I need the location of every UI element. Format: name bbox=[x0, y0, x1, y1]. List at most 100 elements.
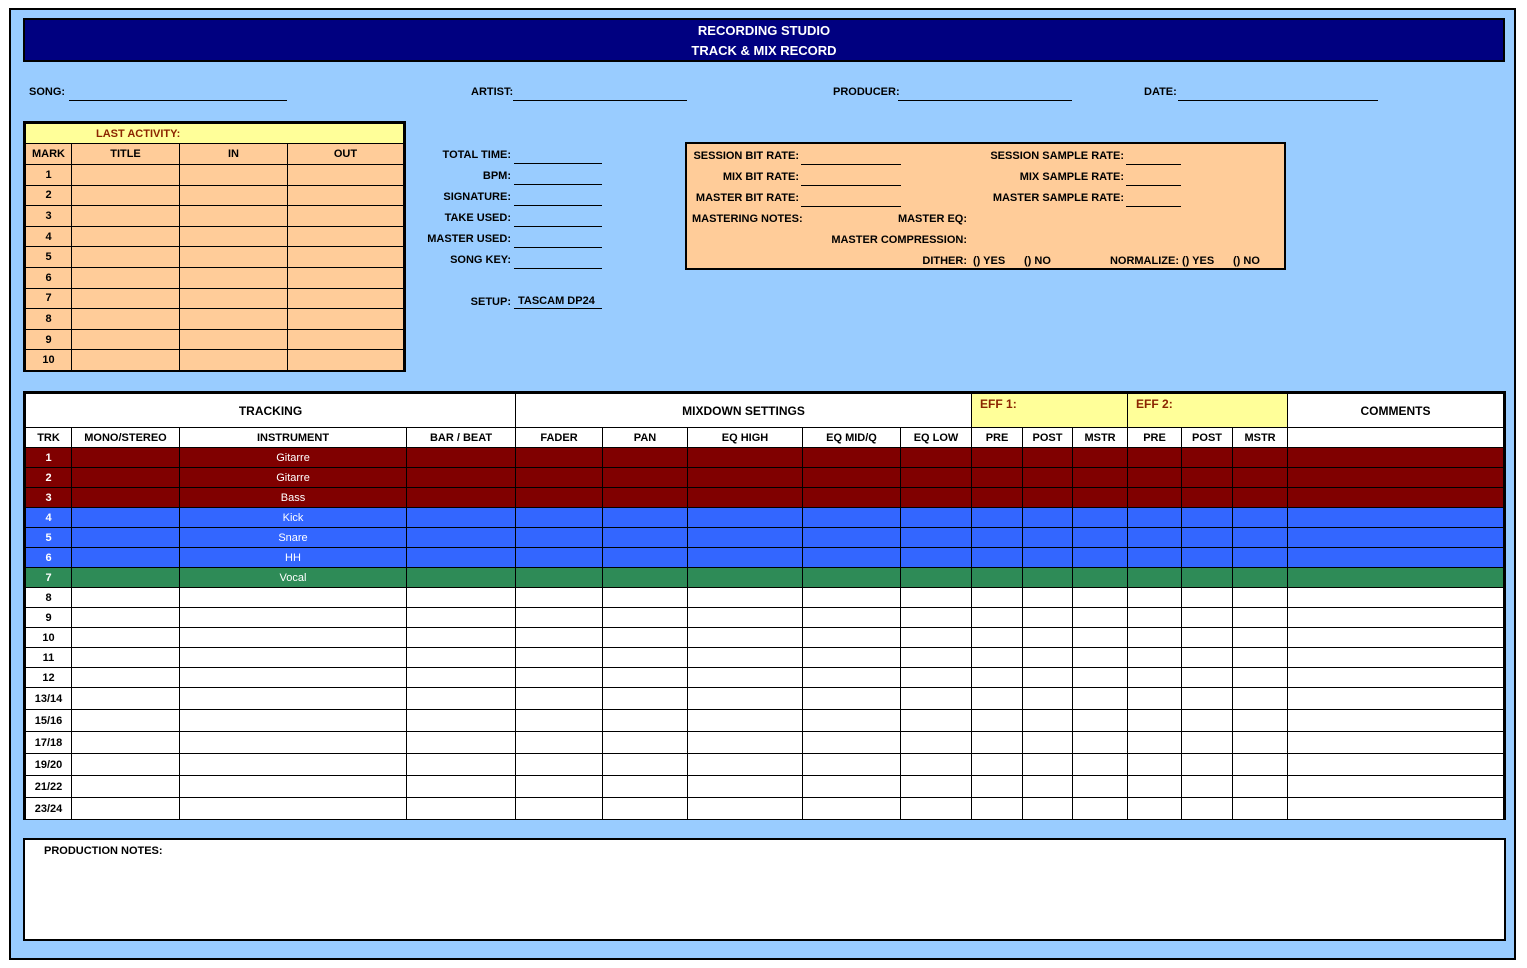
track-cell[interactable] bbox=[971, 731, 1024, 754]
track-cell[interactable] bbox=[1232, 607, 1289, 628]
track-cell[interactable] bbox=[1127, 797, 1183, 820]
mark-out-cell[interactable] bbox=[287, 266, 404, 289]
setup-field[interactable]: TASCAM DP24 bbox=[514, 295, 602, 309]
track-cell[interactable] bbox=[602, 775, 689, 798]
track-instrument[interactable] bbox=[179, 587, 407, 608]
production-notes[interactable]: PRODUCTION NOTES: bbox=[23, 838, 1506, 941]
track-cell[interactable] bbox=[1181, 667, 1234, 688]
track-cell[interactable] bbox=[1287, 527, 1504, 548]
track-cell[interactable] bbox=[1072, 447, 1129, 468]
track-cell[interactable] bbox=[71, 797, 180, 820]
track-cell[interactable] bbox=[802, 567, 902, 588]
track-cell[interactable] bbox=[1232, 647, 1289, 668]
track-cell[interactable] bbox=[1181, 753, 1234, 776]
track-cell[interactable] bbox=[971, 447, 1024, 468]
mark-title-cell[interactable] bbox=[71, 225, 180, 248]
track-cell[interactable] bbox=[1072, 507, 1129, 528]
timing-field[interactable] bbox=[514, 192, 602, 206]
track-cell[interactable] bbox=[971, 527, 1024, 548]
track-cell[interactable] bbox=[515, 709, 604, 732]
track-cell[interactable] bbox=[687, 709, 804, 732]
track-cell[interactable] bbox=[900, 607, 973, 628]
track-cell[interactable] bbox=[405, 775, 517, 798]
track-cell[interactable] bbox=[1181, 467, 1234, 488]
track-cell[interactable] bbox=[1127, 687, 1183, 710]
track-cell[interactable] bbox=[1127, 547, 1183, 568]
track-cell[interactable] bbox=[1022, 547, 1074, 568]
track-cell[interactable] bbox=[1127, 587, 1183, 608]
track-cell[interactable] bbox=[1022, 753, 1074, 776]
mark-in-cell[interactable] bbox=[179, 184, 288, 207]
track-cell[interactable] bbox=[1127, 487, 1183, 508]
track-cell[interactable] bbox=[71, 731, 180, 754]
track-cell[interactable] bbox=[687, 607, 804, 628]
track-cell[interactable] bbox=[1181, 547, 1234, 568]
track-cell[interactable] bbox=[971, 647, 1024, 668]
artist-field[interactable] bbox=[513, 87, 687, 101]
track-cell[interactable] bbox=[71, 467, 180, 488]
track-cell[interactable] bbox=[1127, 467, 1183, 488]
track-instrument[interactable] bbox=[179, 667, 407, 688]
track-cell[interactable] bbox=[405, 447, 517, 468]
track-cell[interactable] bbox=[802, 587, 902, 608]
track-cell[interactable] bbox=[802, 667, 902, 688]
track-cell[interactable] bbox=[1022, 527, 1074, 548]
track-cell[interactable] bbox=[1287, 467, 1504, 488]
track-cell[interactable] bbox=[405, 587, 517, 608]
track-cell[interactable] bbox=[602, 647, 689, 668]
track-cell[interactable] bbox=[1232, 687, 1289, 710]
track-cell[interactable] bbox=[971, 667, 1024, 688]
track-cell[interactable] bbox=[971, 587, 1024, 608]
mark-title-cell[interactable] bbox=[71, 328, 180, 351]
track-cell[interactable] bbox=[1072, 647, 1129, 668]
track-cell[interactable] bbox=[900, 547, 973, 568]
normalize-yes-option[interactable]: () YES bbox=[1182, 255, 1214, 267]
track-cell[interactable] bbox=[71, 567, 180, 588]
track-cell[interactable] bbox=[1232, 731, 1289, 754]
track-cell[interactable] bbox=[405, 687, 517, 710]
session-bit-rate-field[interactable] bbox=[801, 151, 901, 165]
track-cell[interactable] bbox=[1232, 547, 1289, 568]
track-cell[interactable] bbox=[1181, 447, 1234, 468]
track-cell[interactable] bbox=[1022, 797, 1074, 820]
track-cell[interactable] bbox=[1022, 447, 1074, 468]
normalize-no-option[interactable]: () NO bbox=[1233, 255, 1260, 267]
track-cell[interactable] bbox=[405, 527, 517, 548]
master-sample-rate-field[interactable] bbox=[1126, 193, 1181, 207]
track-cell[interactable] bbox=[1287, 567, 1504, 588]
track-cell[interactable] bbox=[1072, 487, 1129, 508]
track-cell[interactable] bbox=[802, 487, 902, 508]
track-cell[interactable] bbox=[900, 447, 973, 468]
track-cell[interactable] bbox=[971, 467, 1024, 488]
track-cell[interactable] bbox=[1127, 667, 1183, 688]
track-cell[interactable] bbox=[1022, 587, 1074, 608]
track-cell[interactable] bbox=[971, 507, 1024, 528]
mark-out-cell[interactable] bbox=[287, 225, 404, 248]
track-cell[interactable] bbox=[900, 627, 973, 648]
track-cell[interactable] bbox=[1072, 687, 1129, 710]
track-instrument[interactable]: Bass bbox=[179, 487, 407, 508]
track-cell[interactable] bbox=[1287, 487, 1504, 508]
track-cell[interactable] bbox=[1232, 709, 1289, 732]
track-cell[interactable] bbox=[802, 627, 902, 648]
mark-in-cell[interactable] bbox=[179, 225, 288, 248]
track-cell[interactable] bbox=[1072, 547, 1129, 568]
mark-in-cell[interactable] bbox=[179, 164, 288, 186]
track-cell[interactable] bbox=[1127, 753, 1183, 776]
track-cell[interactable] bbox=[687, 467, 804, 488]
track-cell[interactable] bbox=[687, 567, 804, 588]
track-cell[interactable] bbox=[405, 797, 517, 820]
track-cell[interactable] bbox=[900, 709, 973, 732]
track-instrument[interactable] bbox=[179, 607, 407, 628]
track-cell[interactable] bbox=[1181, 527, 1234, 548]
track-cell[interactable] bbox=[602, 667, 689, 688]
timing-field[interactable] bbox=[514, 213, 602, 227]
track-cell[interactable] bbox=[900, 507, 973, 528]
track-cell[interactable] bbox=[1072, 567, 1129, 588]
track-cell[interactable] bbox=[802, 797, 902, 820]
track-cell[interactable] bbox=[1181, 709, 1234, 732]
track-instrument[interactable] bbox=[179, 647, 407, 668]
track-cell[interactable] bbox=[1181, 797, 1234, 820]
track-cell[interactable] bbox=[602, 607, 689, 628]
track-cell[interactable] bbox=[71, 647, 180, 668]
